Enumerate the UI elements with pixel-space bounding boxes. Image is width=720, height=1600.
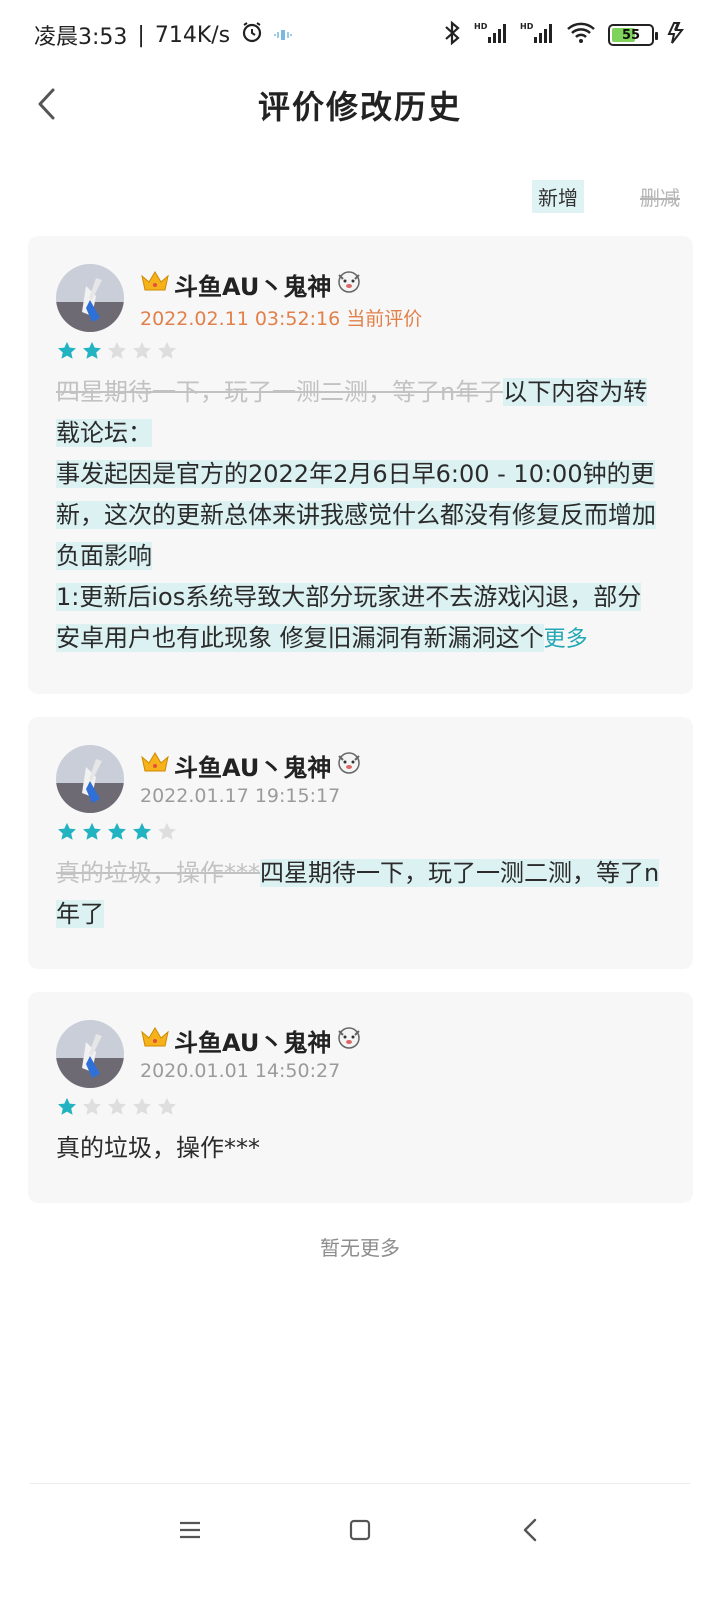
no-more-label: 暂无更多: [320, 1236, 400, 1260]
back-icon: [523, 1518, 537, 1542]
menu-button[interactable]: [170, 1510, 210, 1550]
star-empty-icon: [133, 341, 151, 359]
home-icon: [349, 1519, 371, 1541]
current-review-label: 当前评价: [346, 308, 423, 330]
star-filled-icon: [133, 822, 151, 840]
page-title: 评价修改历史: [257, 88, 462, 126]
status-separator: |: [137, 22, 145, 48]
star-empty-icon: [133, 1097, 151, 1115]
star-empty-icon: [83, 1097, 101, 1115]
star-rating: [56, 1096, 665, 1118]
battery-icon: 55: [608, 24, 658, 46]
star-filled-icon: [83, 822, 101, 840]
added-text: 以下内容为转载论坛： 事发起因是官方的2022年2月6日早6:00 - 10:00…: [56, 378, 656, 652]
user-row: 斗鱼AU丶鬼神 2022.02.11 03:52:16 当前评价: [56, 264, 665, 332]
system-nav-bar: [0, 1490, 720, 1570]
star-filled-icon: [83, 341, 101, 359]
network-speed: 714K/s: [154, 22, 231, 48]
svg-text:HD: HD: [520, 22, 534, 31]
review-timestamp: 2020.01.01 14:50:27: [140, 1060, 341, 1082]
avatar[interactable]: [56, 745, 124, 813]
user-name-row: 斗鱼AU丶鬼神: [140, 747, 363, 783]
star-filled-icon: [58, 1097, 76, 1115]
review-card: 斗鱼AU丶鬼神 2022.01.17 19:15:17 真的垃圾，操作***四星…: [28, 717, 693, 969]
legend: 新增 删减: [532, 180, 680, 213]
avatar[interactable]: [56, 264, 124, 332]
review-card: 斗鱼AU丶鬼神 2020.01.01 14:50:27 真的垃圾，操作***: [28, 992, 693, 1203]
review-text: 真的垃圾，操作***: [56, 1134, 260, 1162]
star-rating: [56, 821, 665, 843]
review-text: 真的垃圾，操作***四星期待一下，玩了一测二测，等了n年了: [56, 853, 665, 935]
deleted-text: 四星期待一下，玩了一测二测，等了n年了: [56, 378, 504, 406]
timestamp-value: 2022.02.11 03:52:16: [140, 308, 341, 330]
status-right: HD HD 55: [442, 20, 686, 50]
user-info: 斗鱼AU丶鬼神 2022.01.17 19:15:17: [140, 745, 363, 807]
header: 评价修改历史: [0, 70, 720, 140]
alarm-icon: [240, 20, 264, 50]
user-name-row: 斗鱼AU丶鬼神: [140, 266, 422, 302]
signal-icon-2: HD: [520, 21, 554, 49]
home-button[interactable]: [340, 1510, 380, 1550]
user-row: 斗鱼AU丶鬼神 2020.01.01 14:50:27: [56, 1020, 665, 1088]
battery-level: 55: [621, 27, 641, 43]
star-filled-icon: [58, 341, 76, 359]
nav-divider: [30, 1483, 690, 1484]
more-link[interactable]: 更多: [544, 627, 588, 652]
review-timestamp: 2022.02.11 03:52:16 当前评价: [140, 304, 422, 331]
crown-icon: [140, 1026, 170, 1054]
vibrate-icon: [274, 23, 292, 48]
bluetooth-icon: [442, 20, 462, 50]
back-button[interactable]: [26, 84, 66, 124]
avatar[interactable]: [56, 1020, 124, 1088]
star-filled-icon: [108, 822, 126, 840]
charging-icon: [666, 21, 686, 49]
nav-back-button[interactable]: [510, 1510, 550, 1550]
username: 斗鱼AU丶鬼神: [174, 272, 332, 301]
dog-badge-icon: [335, 267, 363, 301]
star-empty-icon: [158, 1097, 176, 1115]
star-empty-icon: [158, 341, 176, 359]
user-info: 斗鱼AU丶鬼神 2022.02.11 03:52:16 当前评价: [140, 264, 422, 331]
dog-badge-icon: [335, 748, 363, 782]
star-empty-icon: [158, 822, 176, 840]
legend-deleted: 删减: [640, 186, 680, 210]
status-left: 凌晨3:53 | 714K/s: [34, 19, 292, 51]
star-rating: [56, 340, 665, 362]
dog-badge-icon: [335, 1023, 363, 1057]
review-timestamp: 2022.01.17 19:15:17: [140, 785, 341, 807]
review-card: 斗鱼AU丶鬼神 2022.02.11 03:52:16 当前评价 四星期待一下，…: [28, 236, 693, 694]
legend-added: 新增: [532, 180, 584, 213]
user-name-row: 斗鱼AU丶鬼神: [140, 1022, 363, 1058]
review-text: 四星期待一下，玩了一测二测，等了n年了以下内容为转载论坛： 事发起因是官方的202…: [56, 372, 665, 660]
signal-icon: HD: [474, 21, 508, 49]
svg-text:HD: HD: [474, 22, 488, 31]
crown-icon: [140, 751, 170, 779]
username: 斗鱼AU丶鬼神: [174, 753, 332, 782]
user-info: 斗鱼AU丶鬼神 2020.01.01 14:50:27: [140, 1020, 363, 1082]
chevron-left-icon: [38, 88, 55, 120]
star-empty-icon: [108, 1097, 126, 1115]
wifi-icon: [566, 21, 596, 49]
star-filled-icon: [58, 822, 76, 840]
status-time: 凌晨3:53: [34, 25, 128, 50]
menu-icon: [180, 1521, 200, 1539]
deleted-text: 真的垃圾，操作***: [56, 859, 260, 887]
status-bar: 凌晨3:53 | 714K/s HD HD 55: [0, 0, 720, 70]
star-empty-icon: [108, 341, 126, 359]
user-row: 斗鱼AU丶鬼神 2022.01.17 19:15:17: [56, 745, 665, 813]
username: 斗鱼AU丶鬼神: [174, 1028, 332, 1057]
crown-icon: [140, 270, 170, 298]
